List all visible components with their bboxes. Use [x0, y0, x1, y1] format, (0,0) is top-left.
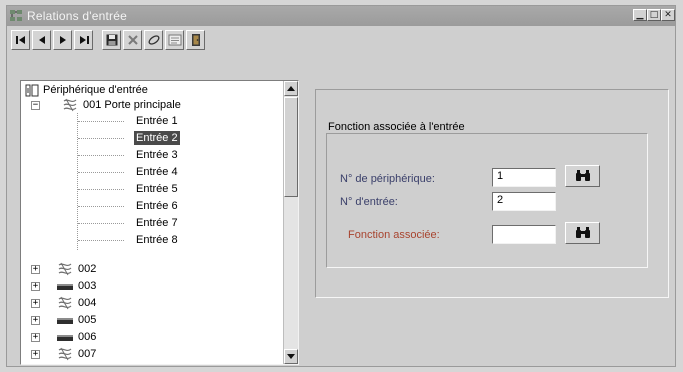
minimize-icon[interactable]: ▁ — [633, 9, 647, 21]
device-number-field[interactable]: 1 — [492, 168, 556, 187]
expand-002-icon[interactable]: + — [31, 265, 40, 274]
next-record-icon — [59, 36, 66, 44]
exit-button[interactable] — [186, 30, 205, 50]
wiegand-device-icon — [58, 347, 72, 361]
tree-node-004[interactable]: 004 — [78, 296, 96, 310]
input-device-root-icon — [25, 84, 39, 97]
scroll-up-icon — [287, 86, 295, 91]
wiegand-device-icon — [58, 262, 72, 276]
device-tree[interactable]: Périphérique d'entrée − 001 Porte princi… — [20, 80, 299, 365]
expand-004-icon[interactable]: + — [31, 299, 40, 308]
tree-node-003[interactable]: 003 — [78, 279, 96, 293]
scroll-down-button[interactable] — [284, 349, 298, 364]
device-number-label: N° de périphérique: — [340, 173, 435, 185]
find-device-button[interactable] — [565, 165, 600, 187]
delete-button[interactable] — [123, 30, 142, 50]
erase-icon — [148, 35, 159, 45]
entry-number-field[interactable]: 2 — [492, 192, 556, 211]
last-record-button[interactable] — [74, 30, 93, 50]
tree-line — [78, 240, 124, 241]
wiegand-device-icon — [63, 98, 77, 112]
tree-entry[interactable]: Entrée 5 — [136, 182, 178, 196]
delete-icon — [127, 35, 138, 45]
first-record-button[interactable] — [11, 30, 30, 50]
tree-node-007[interactable]: 007 — [78, 347, 96, 361]
tree-node-005[interactable]: 005 — [78, 313, 96, 327]
keypad-device-icon — [57, 284, 73, 290]
tree-node-001[interactable]: 001 Porte principale — [83, 98, 181, 112]
binoculars-icon — [575, 170, 590, 181]
exit-door-icon — [191, 34, 200, 46]
tree-line — [78, 121, 124, 122]
expand-005-icon[interactable]: + — [31, 316, 40, 325]
group-title: Fonction associée à l'entrée — [326, 121, 467, 133]
next-record-button[interactable] — [53, 30, 72, 50]
scroll-down-icon — [287, 354, 295, 359]
title-bar[interactable]: Relations d'entrée ▁ □ ✕ — [7, 6, 675, 26]
scroll-up-button[interactable] — [284, 81, 298, 96]
tree-node-006[interactable]: 006 — [78, 330, 96, 344]
tree-line — [78, 138, 124, 139]
save-button[interactable] — [102, 30, 121, 50]
previous-record-icon — [38, 36, 45, 44]
tree-node-002[interactable]: 002 — [78, 262, 96, 276]
expand-003-icon[interactable]: + — [31, 282, 40, 291]
binoculars-icon — [575, 227, 590, 238]
close-icon[interactable]: ✕ — [661, 9, 675, 21]
tree-line — [77, 113, 78, 250]
previous-record-button[interactable] — [32, 30, 51, 50]
keypad-device-icon — [57, 318, 73, 324]
tree-line — [78, 172, 124, 173]
tree-entry-selected[interactable]: Entrée 2 — [134, 131, 180, 145]
entry-number-label: N° d'entrée: — [340, 196, 398, 208]
maximize-icon[interactable]: □ — [647, 9, 661, 21]
list-icon — [168, 34, 181, 46]
tree-entry[interactable]: Entrée 8 — [136, 233, 178, 247]
erase-button[interactable] — [144, 30, 163, 50]
relations-window: Relations d'entrée ▁ □ ✕ Périphérique d'… — [6, 5, 676, 367]
tree-scrollbar[interactable] — [283, 81, 298, 364]
tree-line — [78, 189, 124, 190]
associated-function-label: Fonction associée: — [348, 229, 440, 241]
detail-panel: Fonction associée à l'entrée N° de périp… — [315, 89, 669, 298]
tree-entry[interactable]: Entrée 7 — [136, 216, 178, 230]
wiegand-device-icon — [58, 296, 72, 310]
first-record-icon — [15, 36, 25, 44]
app-icon — [10, 10, 22, 21]
tree-line — [78, 155, 124, 156]
tree-line — [78, 206, 124, 207]
save-icon — [106, 34, 117, 46]
scroll-thumb[interactable] — [284, 97, 298, 197]
tree-root-label[interactable]: Périphérique d'entrée — [43, 83, 148, 97]
tree-entry[interactable]: Entrée 1 — [136, 114, 178, 128]
associated-function-field[interactable] — [492, 225, 556, 244]
expand-007-icon[interactable]: + — [31, 350, 40, 359]
find-function-button[interactable] — [565, 222, 600, 244]
tree-node-008[interactable]: 008 — [78, 364, 96, 365]
last-record-icon — [79, 36, 89, 44]
window-title: Relations d'entrée — [27, 9, 127, 23]
tree-line — [78, 223, 124, 224]
list-button[interactable] — [165, 30, 184, 50]
tree-entry[interactable]: Entrée 4 — [136, 165, 178, 179]
keypad-device-icon — [57, 335, 73, 341]
tree-entry[interactable]: Entrée 3 — [136, 148, 178, 162]
collapse-001-icon[interactable]: − — [31, 101, 40, 110]
toolbar — [7, 26, 675, 54]
expand-006-icon[interactable]: + — [31, 333, 40, 342]
tree-entry[interactable]: Entrée 6 — [136, 199, 178, 213]
